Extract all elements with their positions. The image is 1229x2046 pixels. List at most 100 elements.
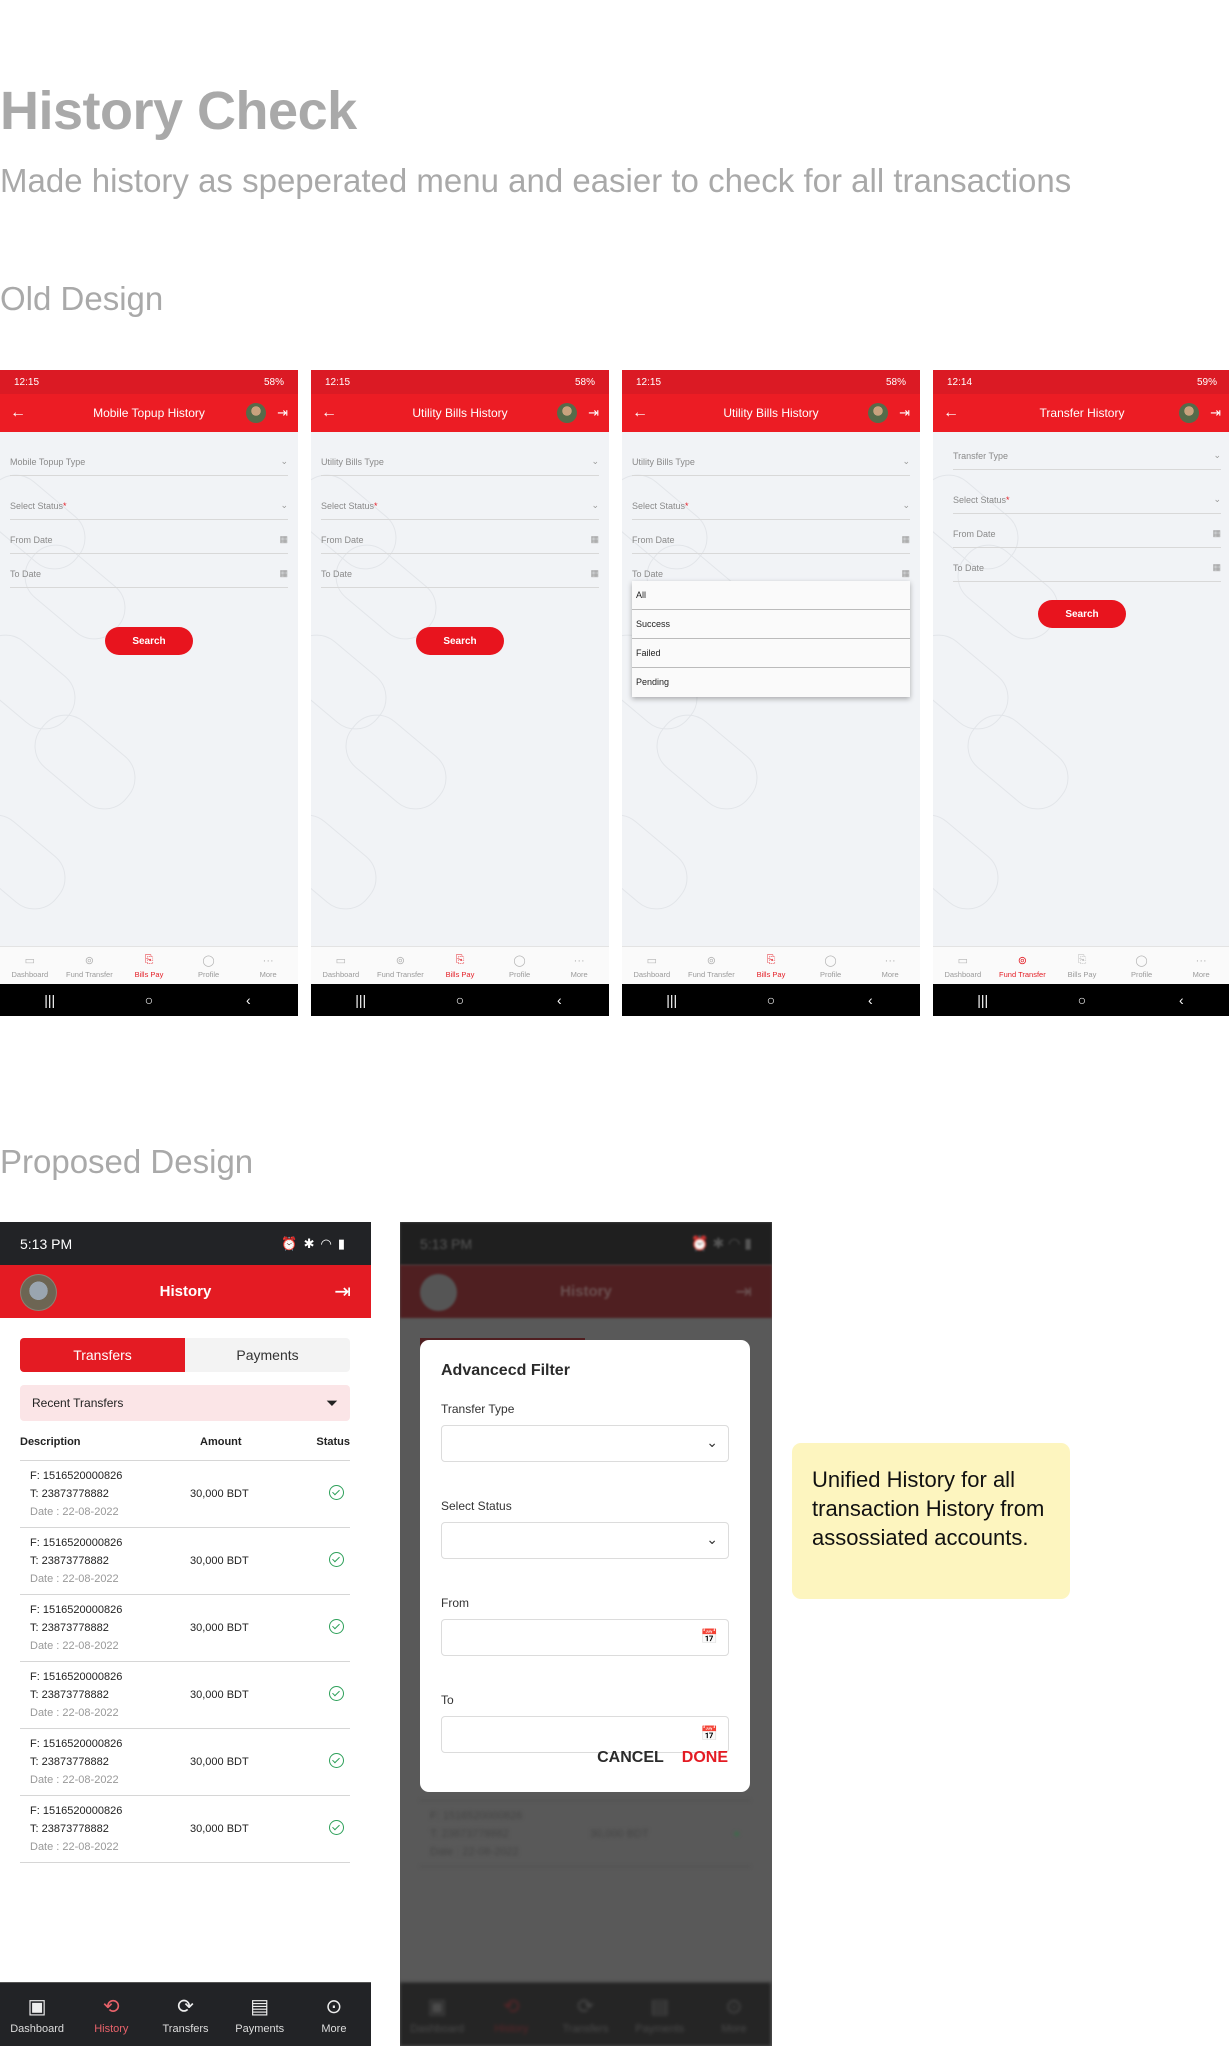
avatar[interactable] [868, 403, 888, 423]
nav-item-bills-pay[interactable]: ⎘ Bills Pay [119, 947, 179, 986]
from-date-input[interactable]: From Date ▦ [953, 518, 1221, 548]
logout-icon[interactable]: ⇥ [588, 405, 599, 421]
nav-item-transfers[interactable]: ⟳ Transfers [148, 1983, 222, 2046]
logout-icon[interactable]: ⇥ [277, 405, 288, 421]
to-date-input[interactable]: To Date ▦ [10, 558, 288, 588]
search-button[interactable]: Search [416, 627, 504, 655]
status-select[interactable]: ⌄ [441, 1522, 729, 1559]
table-row[interactable]: F: 1516520000826 T: 23873778882 Date : 22-… [20, 1662, 350, 1729]
type-select[interactable]: Utility Bills Type ⌄ [632, 446, 910, 476]
recent-apps-button[interactable]: ||| [933, 984, 1032, 1016]
field-label-text: From Date [10, 535, 53, 545]
nav-item-dashboard[interactable]: ▭ Dashboard [622, 947, 682, 986]
logout-icon[interactable]: ⇥ [334, 1279, 351, 1304]
avatar[interactable] [1179, 403, 1199, 423]
from-date-input[interactable]: From Date ▦ [321, 524, 599, 554]
nav-item-profile[interactable]: ◯ Profile [179, 947, 239, 986]
avatar[interactable] [20, 1274, 57, 1311]
home-button[interactable]: ○ [1032, 984, 1131, 1016]
status-select[interactable]: Select Status* ⌄ [632, 490, 910, 520]
calendar-icon[interactable]: 📅 [701, 1628, 718, 1645]
back-arrow-icon[interactable]: ← [321, 404, 337, 422]
nav-item-bills-pay[interactable]: ⎘ Bills Pay [1052, 947, 1112, 986]
home-button[interactable]: ○ [721, 984, 820, 1016]
calendar-icon[interactable]: 📅 [701, 1725, 718, 1742]
row-from: F: 1516520000826 [30, 1604, 123, 1616]
table-row[interactable]: F: 1516520000826 T: 23873778882 Date : 22-… [20, 1528, 350, 1595]
back-button[interactable]: ‹ [821, 984, 920, 1016]
calendar-icon[interactable]: ▦ [279, 568, 288, 579]
calendar-icon[interactable]: ▦ [901, 568, 910, 579]
type-select[interactable]: Mobile Topup Type ⌄ [10, 446, 288, 476]
table-row[interactable]: F: 1516520000826 T: 23873778882 Date : 22-… [20, 1796, 350, 1863]
back-arrow-icon[interactable]: ← [10, 404, 26, 422]
nav-item-bills-pay[interactable]: ⎘ Bills Pay [741, 947, 801, 986]
back-button[interactable]: ‹ [199, 984, 298, 1016]
nav-item-fund-transfer[interactable]: ⊚ Fund Transfer [682, 947, 742, 986]
calendar-icon[interactable]: ▦ [590, 534, 599, 545]
nav-item-more[interactable]: ⊙ More [297, 1983, 371, 2046]
calendar-icon[interactable]: ▦ [1212, 528, 1221, 539]
nav-item-dashboard[interactable]: ▭ Dashboard [933, 947, 993, 986]
nav-item-more[interactable]: ··· More [549, 947, 609, 986]
recent-apps-button[interactable]: ||| [622, 984, 721, 1016]
search-button[interactable]: Search [1038, 600, 1126, 628]
dropdown-option[interactable]: Failed [632, 639, 910, 668]
recent-apps-button[interactable]: ||| [0, 984, 99, 1016]
table-row[interactable]: F: 1516520000826 T: 23873778882 Date : 22-… [20, 1729, 350, 1796]
table-row[interactable]: F: 1516520000826 T: 23873778882 Date : 22-… [20, 1461, 350, 1528]
dropdown-option[interactable]: Success [632, 610, 910, 639]
avatar[interactable] [246, 403, 266, 423]
home-button[interactable]: ○ [99, 984, 198, 1016]
nav-item-more[interactable]: ··· More [860, 947, 920, 986]
status-select[interactable]: Select Status* ⌄ [953, 484, 1221, 514]
back-arrow-icon[interactable]: ← [632, 404, 648, 422]
recent-apps-button[interactable]: ||| [311, 984, 410, 1016]
calendar-icon[interactable]: ▦ [590, 568, 599, 579]
nav-item-fund-transfer[interactable]: ⊚ Fund Transfer [993, 947, 1053, 986]
calendar-icon[interactable]: ▦ [901, 534, 910, 545]
from-date-input[interactable]: From Date ▦ [632, 524, 910, 554]
calendar-icon[interactable]: ▦ [279, 534, 288, 545]
nav-item-dashboard[interactable]: ▭ Dashboard [311, 947, 371, 986]
nav-item-fund-transfer[interactable]: ⊚ Fund Transfer [60, 947, 120, 986]
search-button[interactable]: Search [105, 627, 193, 655]
to-date-input[interactable]: To Date ▦ [953, 552, 1221, 582]
type-select[interactable]: Utility Bills Type ⌄ [321, 446, 599, 476]
dropdown-option[interactable]: Pending [632, 668, 910, 697]
back-button[interactable]: ‹ [1132, 984, 1229, 1016]
from-date-input[interactable]: From Date ▦ [10, 524, 288, 554]
to-date-input[interactable]: To Date ▦ [321, 558, 599, 588]
tab-payments[interactable]: Payments [185, 1338, 350, 1372]
logout-icon[interactable]: ⇥ [899, 405, 910, 421]
done-button[interactable]: DONE [682, 1749, 728, 1767]
status-select[interactable]: Select Status* ⌄ [10, 490, 288, 520]
transfer-type-select[interactable]: ⌄ [441, 1425, 729, 1462]
nav-item-dashboard[interactable]: ▣ Dashboard [0, 1983, 74, 2046]
nav-item-history[interactable]: ⟲ History [74, 1983, 148, 2046]
nav-item-fund-transfer[interactable]: ⊚ Fund Transfer [371, 947, 431, 986]
from-date-input[interactable]: 📅 [441, 1619, 729, 1656]
calendar-icon[interactable]: ▦ [1212, 562, 1221, 573]
cancel-button[interactable]: CANCEL [597, 1749, 664, 1767]
tab-transfers[interactable]: Transfers [20, 1338, 185, 1372]
logout-icon[interactable]: ⇥ [1210, 405, 1221, 421]
nav-item-profile[interactable]: ◯ Profile [490, 947, 550, 986]
table-row[interactable]: F: 1516520000826 T: 23873778882 Date : 22-… [20, 1595, 350, 1662]
type-select[interactable]: Transfer Type ⌄ [953, 440, 1221, 470]
back-arrow-icon[interactable]: ← [943, 404, 959, 422]
nav-item-more[interactable]: ··· More [238, 947, 298, 986]
nav-item-dashboard[interactable]: ▭ Dashboard [0, 947, 60, 986]
nav-item-more[interactable]: ··· More [1171, 947, 1229, 986]
home-button[interactable]: ○ [410, 984, 509, 1016]
filter-icon[interactable]: ⏷ [326, 1395, 338, 1412]
status-select[interactable]: Select Status* ⌄ [321, 490, 599, 520]
nav-item-payments[interactable]: ▤ Payments [223, 1983, 297, 2046]
to-date-input[interactable]: 📅 [441, 1716, 729, 1753]
back-button[interactable]: ‹ [510, 984, 609, 1016]
dropdown-option[interactable]: All [632, 581, 910, 610]
nav-item-profile[interactable]: ◯ Profile [801, 947, 861, 986]
avatar[interactable] [557, 403, 577, 423]
nav-item-bills-pay[interactable]: ⎘ Bills Pay [430, 947, 490, 986]
nav-item-profile[interactable]: ◯ Profile [1112, 947, 1172, 986]
